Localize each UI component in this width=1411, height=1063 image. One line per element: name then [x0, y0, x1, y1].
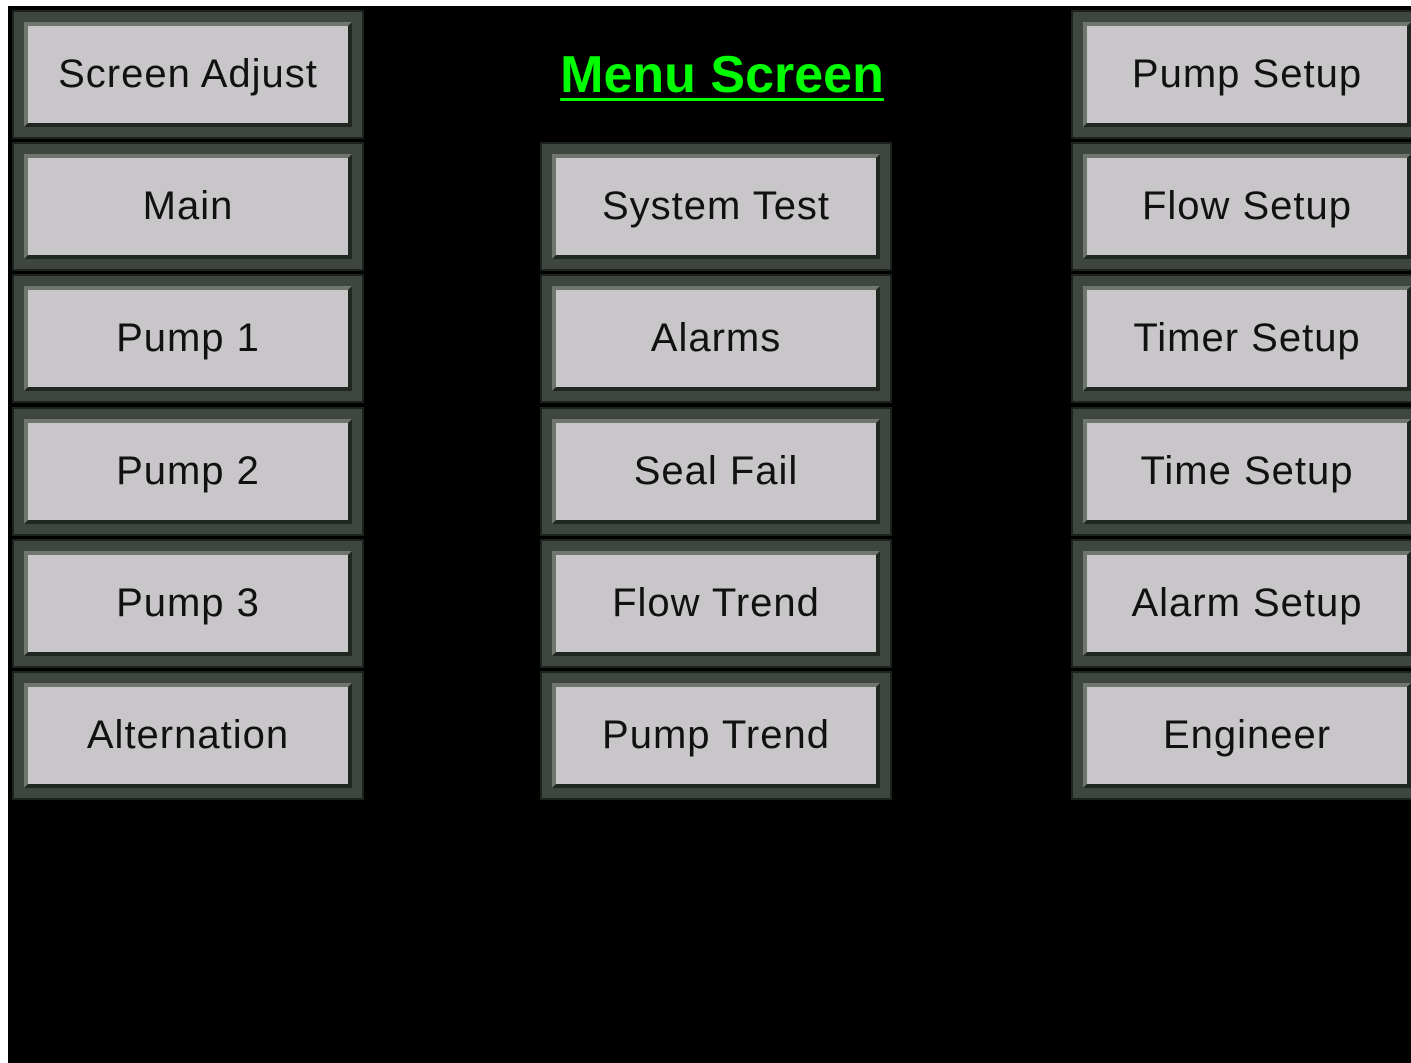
pump-3-button[interactable]: Pump 3: [12, 539, 364, 668]
main-button-label: Main: [24, 154, 352, 259]
pump-1-button-label: Pump 1: [24, 286, 352, 391]
flow-trend-button-label: Flow Trend: [552, 551, 880, 656]
seal-fail-button[interactable]: Seal Fail: [540, 407, 892, 536]
alternation-button[interactable]: Alternation: [12, 671, 364, 800]
flow-setup-button-label: Flow Setup: [1083, 154, 1411, 259]
alarm-setup-button-label: Alarm Setup: [1083, 551, 1411, 656]
pump-setup-button[interactable]: Pump Setup: [1071, 10, 1411, 139]
pump-trend-button-label: Pump Trend: [552, 683, 880, 788]
flow-trend-button[interactable]: Flow Trend: [540, 539, 892, 668]
alarms-button-label: Alarms: [552, 286, 880, 391]
pump-2-button-label: Pump 2: [24, 419, 352, 524]
screen-adjust-button[interactable]: Screen Adjust: [12, 10, 364, 139]
time-setup-button-label: Time Setup: [1083, 419, 1411, 524]
page-title: Menu Screen: [560, 46, 884, 104]
engineer-button-label: Engineer: [1083, 683, 1411, 788]
pump-3-button-label: Pump 3: [24, 551, 352, 656]
alternation-button-label: Alternation: [24, 683, 352, 788]
pump-2-button[interactable]: Pump 2: [12, 407, 364, 536]
main-button[interactable]: Main: [12, 142, 364, 271]
seal-fail-button-label: Seal Fail: [552, 419, 880, 524]
flow-setup-button[interactable]: Flow Setup: [1071, 142, 1411, 271]
system-test-button[interactable]: System Test: [540, 142, 892, 271]
pump-setup-button-label: Pump Setup: [1083, 22, 1411, 127]
pump-trend-button[interactable]: Pump Trend: [540, 671, 892, 800]
screen-adjust-button-label: Screen Adjust: [24, 22, 352, 127]
alarms-button[interactable]: Alarms: [540, 274, 892, 403]
system-test-button-label: System Test: [552, 154, 880, 259]
timer-setup-button-label: Timer Setup: [1083, 286, 1411, 391]
timer-setup-button[interactable]: Timer Setup: [1071, 274, 1411, 403]
hmi-screen: Menu Screen Screen Adjust Main Pump 1 Pu…: [8, 6, 1411, 1063]
pump-1-button[interactable]: Pump 1: [12, 274, 364, 403]
engineer-button[interactable]: Engineer: [1071, 671, 1411, 800]
alarm-setup-button[interactable]: Alarm Setup: [1071, 539, 1411, 668]
time-setup-button[interactable]: Time Setup: [1071, 407, 1411, 536]
